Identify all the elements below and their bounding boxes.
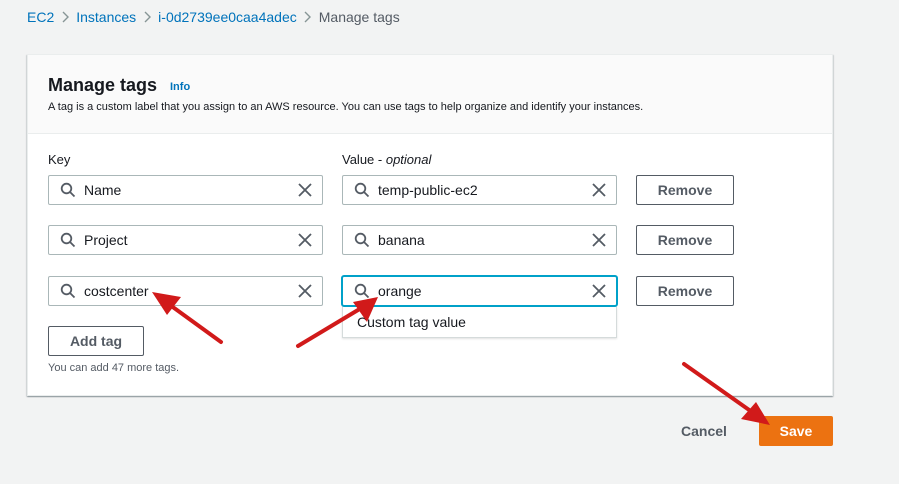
tag-key-value: costcenter (84, 283, 149, 299)
chevron-right-icon (136, 8, 158, 26)
autocomplete-option[interactable]: Custom tag value (342, 307, 617, 338)
chevron-right-icon (54, 8, 76, 26)
tag-key-value: Project (84, 232, 128, 248)
tag-key-input[interactable]: Project (48, 225, 323, 255)
tag-value-input[interactable]: banana (342, 225, 617, 255)
page-title: Manage tags (48, 75, 158, 95)
breadcrumb: EC2 Instances i-0d2739ee0caa4adec Manage… (27, 8, 400, 26)
close-icon[interactable] (297, 182, 313, 198)
info-link[interactable]: Info (170, 81, 190, 93)
panel-header: Manage tags Info A tag is a custom label… (28, 55, 832, 134)
cancel-button[interactable]: Cancel (672, 419, 736, 443)
manage-tags-panel: Manage tags Info A tag is a custom label… (27, 54, 833, 396)
value-label-text: Value - (342, 152, 386, 167)
tag-value-value: orange (378, 283, 422, 299)
close-icon[interactable] (297, 283, 313, 299)
remove-tag-button[interactable]: Remove (636, 276, 734, 306)
panel-description: A tag is a custom label that you assign … (48, 101, 644, 113)
tag-value-value: banana (378, 232, 425, 248)
close-icon[interactable] (297, 232, 313, 248)
search-icon (354, 283, 370, 299)
chevron-right-icon (297, 8, 319, 26)
breadcrumb-ec2[interactable]: EC2 (27, 9, 54, 25)
breadcrumb-current: Manage tags (318, 9, 400, 25)
remove-tag-button[interactable]: Remove (636, 225, 734, 255)
tag-value-input-focused[interactable]: orange (342, 276, 617, 306)
add-tag-button[interactable]: Add tag (48, 326, 144, 356)
search-icon (354, 232, 370, 248)
close-icon[interactable] (591, 182, 607, 198)
search-icon (354, 182, 370, 198)
close-icon[interactable] (591, 283, 607, 299)
tag-key-value: Name (84, 182, 122, 198)
tag-value-value: temp-public-ec2 (378, 182, 478, 198)
search-icon (60, 232, 76, 248)
breadcrumb-instance-id[interactable]: i-0d2739ee0caa4adec (158, 9, 297, 25)
save-button[interactable]: Save (759, 416, 833, 446)
tag-value-input[interactable]: temp-public-ec2 (342, 175, 617, 205)
search-icon (60, 283, 76, 299)
key-column-label: Key (48, 152, 71, 167)
tag-key-input[interactable]: Name (48, 175, 323, 205)
search-icon (60, 182, 76, 198)
remove-tag-button[interactable]: Remove (636, 175, 734, 205)
optional-label: optional (385, 152, 432, 167)
breadcrumb-instances[interactable]: Instances (76, 9, 136, 25)
value-column-label: Value - optional (342, 152, 431, 167)
tag-key-input[interactable]: costcenter (48, 276, 323, 306)
remaining-tags-hint: You can add 47 more tags. (48, 362, 180, 374)
close-icon[interactable] (591, 232, 607, 248)
